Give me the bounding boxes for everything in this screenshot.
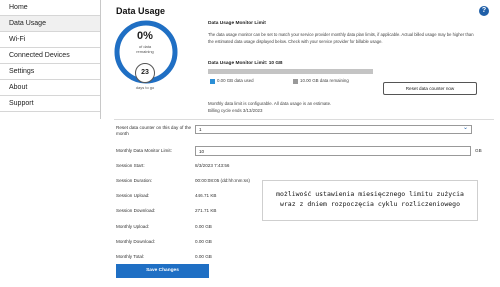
sidebar-item-settings[interactable]: Settings	[0, 64, 100, 80]
usage-progress-bar	[208, 69, 373, 74]
session-duration-label: Session Duration:	[116, 178, 153, 183]
monthly-download-label: Monthly Download:	[116, 239, 156, 244]
legend-remaining-label: 10.00 GB data remaining	[300, 78, 349, 83]
monthly-upload-label: Monthly Upload:	[116, 224, 150, 229]
sidebar-item-connected-devices[interactable]: Connected Devices	[0, 48, 100, 64]
annotation-caption: możliwość ustawienia miesięcznego limitu…	[262, 180, 478, 221]
monthly-total-value: 0.00 GB	[195, 254, 212, 259]
reset-counter-button[interactable]: Reset data counter now	[383, 82, 477, 95]
monthly-total-label: Monthly Total:	[116, 254, 145, 259]
save-changes-button[interactable]: Save Changes	[116, 264, 209, 278]
days-to-go-badge: 23	[135, 63, 155, 83]
session-download-value: 271.71 KB	[195, 208, 217, 213]
legend-remaining-swatch	[293, 79, 298, 84]
session-upload-value: 446.71 KB	[195, 193, 217, 198]
reset-day-label: Reset data counter on this day of the mo…	[116, 125, 192, 136]
page-title: Data Usage	[116, 6, 166, 16]
limit-input[interactable]	[195, 146, 471, 156]
chevron-down-icon: ⌄	[462, 125, 468, 131]
monthly-upload-value: 0.00 GB	[195, 224, 212, 229]
question-mark-icon[interactable]: ?	[479, 6, 489, 16]
sidebar-item-about[interactable]: About	[0, 80, 100, 96]
session-start-value: 8/3/2023 7:43:56	[195, 163, 230, 168]
monitor-description: The data usage monitor can be set to mat…	[208, 32, 474, 44]
gauge-percent: 0%	[137, 30, 153, 42]
days-to-go-label: days to go	[135, 85, 155, 90]
sidebar-item-home[interactable]: Home	[0, 0, 100, 16]
usage-note: Monthly data limit is configurable. All …	[208, 101, 332, 106]
annotation-line-1: możliwość ustawienia miesięcznego limitu…	[276, 190, 464, 198]
monitor-limit-heading: Data Usage Monitor Limit: 10 GB	[208, 61, 283, 66]
section-divider	[114, 119, 494, 120]
monitor-title: Data Usage Monitor Limit	[208, 21, 266, 26]
sidebar-item-data-usage[interactable]: Data Usage	[0, 16, 100, 32]
sidebar-nav: Home Data Usage Wi-Fi Connected Devices …	[0, 0, 101, 119]
limit-label: Monthly Data Monitor Limit:	[116, 148, 172, 153]
session-start-label: Session Start:	[116, 163, 145, 168]
legend-used-swatch	[210, 79, 215, 84]
gauge-sub-label-2: remaining	[136, 49, 154, 54]
sidebar-item-support[interactable]: Support	[0, 96, 100, 112]
sidebar-item-wifi[interactable]: Wi-Fi	[0, 32, 100, 48]
limit-unit: GB	[475, 148, 482, 153]
billing-cycle-note: Billing cycle ends 3/13/2023	[208, 108, 263, 113]
annotation-line-2: wraz z dniem rozpoczęcia cyklu rozliczen…	[279, 200, 460, 208]
reset-day-select[interactable]: 1 ⌄	[195, 125, 472, 134]
reset-day-value: 1	[199, 127, 202, 132]
session-download-label: Session Download:	[116, 208, 156, 213]
monthly-download-value: 0.00 GB	[195, 239, 212, 244]
session-upload-label: Session Upload:	[116, 193, 150, 198]
legend-used-label: 0.00 GB data used	[217, 78, 254, 83]
session-duration-value: 00:00:08:05 (dd:hh:mm:ss)	[195, 178, 250, 183]
